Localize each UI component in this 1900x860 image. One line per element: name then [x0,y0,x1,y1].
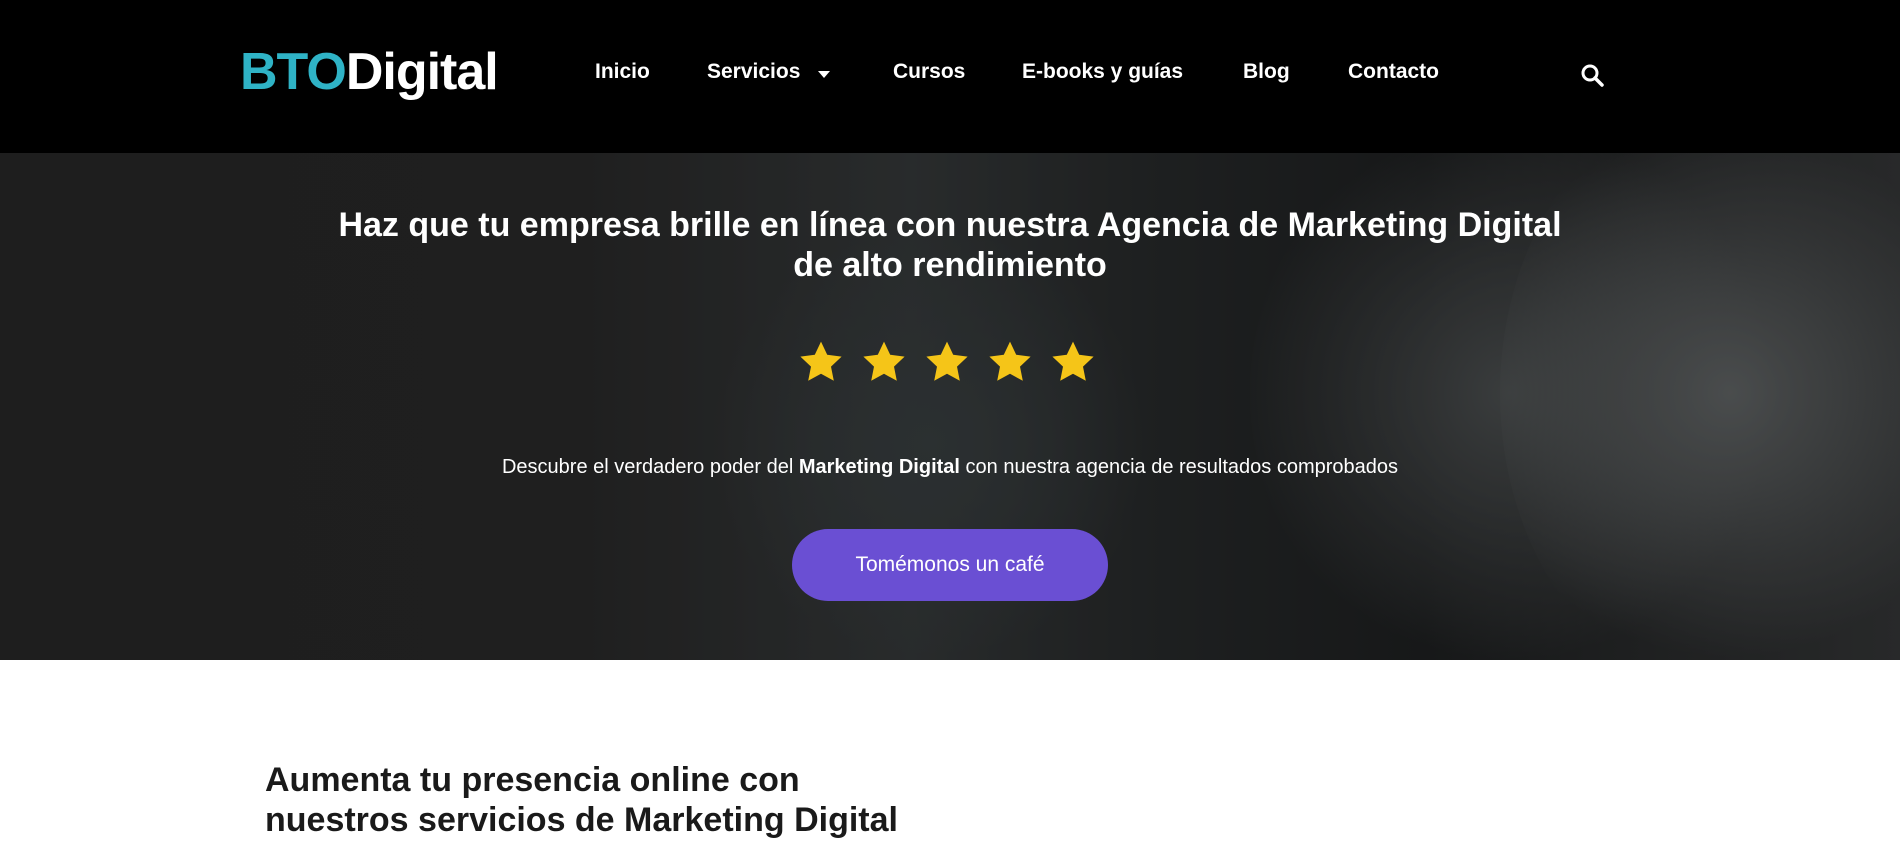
nav-item-inicio[interactable]: Inicio [595,60,650,84]
site-header: BTODigital Inicio Servicios Cursos E-boo… [0,0,1900,153]
star-icon [863,341,905,381]
nav-item-cursos[interactable]: Cursos [893,60,965,84]
logo[interactable]: BTODigital [240,42,499,102]
section-title: Aumenta tu presencia online con nuestros… [265,761,898,839]
hero-subtitle: Descubre el verdadero poder del Marketin… [501,456,1399,478]
nav-item-ebooks[interactable]: E-books y guías [1022,60,1183,84]
star-icon [926,341,968,381]
nav-item-blog[interactable]: Blog [1243,60,1290,84]
nav-item-servicios[interactable]: Servicios [707,60,800,84]
nav-item-contacto[interactable]: Contacto [1348,60,1439,84]
star-icon [989,341,1031,381]
logo-part2: Digital [345,43,499,101]
star-icon [1052,341,1094,381]
cta-button[interactable]: Tomémonos un café [792,529,1108,601]
star-icon [800,341,842,381]
hero-banner: Haz que tu empresa brille en línea con n… [0,153,1900,660]
hero-subtitle-bold: Marketing Digital [798,456,960,478]
logo-part1: BTO [240,43,347,101]
search-icon[interactable] [1580,63,1604,87]
chevron-down-icon[interactable] [818,71,830,78]
hero-title: Haz que tu empresa brille en línea con n… [338,206,1562,284]
